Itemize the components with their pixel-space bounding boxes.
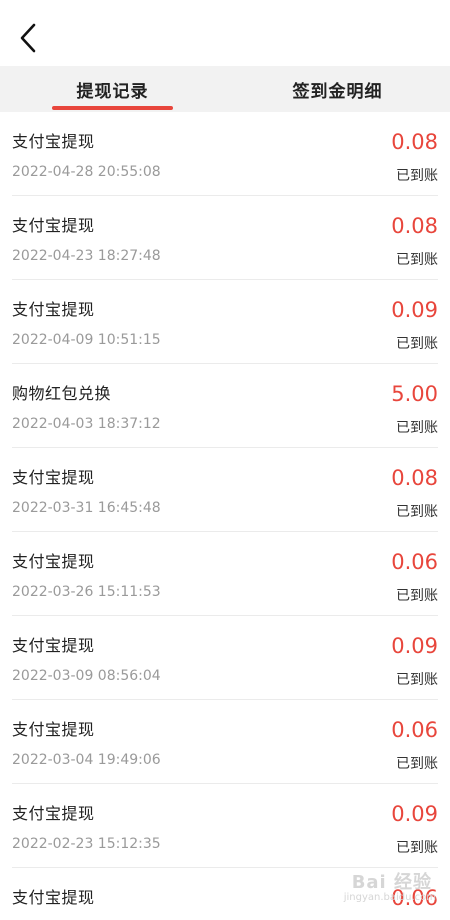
record-title: 支付宝提现 [12, 552, 95, 571]
tab-bar: 提现记录 签到金明细 [0, 66, 450, 112]
record-title: 支付宝提现 [12, 720, 95, 739]
record-status: 已到账 [396, 252, 438, 268]
record-amount: 5.00 [391, 382, 438, 406]
record-status: 已到账 [396, 672, 438, 688]
record-title: 支付宝提现 [12, 636, 95, 655]
table-row[interactable]: 支付宝提现 2022-03-04 19:49:06 0.06 已到账 [12, 700, 438, 784]
record-status: 已到账 [396, 168, 438, 184]
record-amount: 0.08 [391, 130, 438, 154]
active-tab-indicator [52, 106, 173, 110]
record-status: 已到账 [396, 336, 438, 352]
record-amount: 0.09 [391, 298, 438, 322]
table-row[interactable]: 购物红包兑换 2022-04-03 18:37:12 5.00 已到账 [12, 364, 438, 448]
record-time: 2022-04-09 10:51:15 [12, 332, 161, 348]
record-status: 已到账 [396, 840, 438, 856]
record-title: 购物红包兑换 [12, 384, 112, 403]
record-status: 已到账 [396, 588, 438, 604]
table-row[interactable]: 支付宝提现 0.06 [12, 868, 438, 920]
record-title: 支付宝提现 [12, 132, 95, 151]
record-amount: 0.06 [391, 550, 438, 574]
record-time: 2022-03-04 19:49:06 [12, 752, 161, 768]
record-amount: 0.08 [391, 214, 438, 238]
record-time: 2022-03-31 16:45:48 [12, 500, 161, 516]
record-amount: 0.08 [391, 466, 438, 490]
tab-checkin-bonus-details[interactable]: 签到金明细 [225, 66, 450, 112]
record-amount: 0.06 [391, 886, 438, 910]
record-title: 支付宝提现 [12, 468, 95, 487]
record-status: 已到账 [396, 504, 438, 520]
table-row[interactable]: 支付宝提现 2022-04-09 10:51:15 0.09 已到账 [12, 280, 438, 364]
table-row[interactable]: 支付宝提现 2022-03-09 08:56:04 0.09 已到账 [12, 616, 438, 700]
record-title: 支付宝提现 [12, 804, 95, 823]
record-amount: 0.09 [391, 634, 438, 658]
record-time: 2022-02-23 15:12:35 [12, 836, 161, 852]
record-status: 已到账 [396, 756, 438, 772]
table-row[interactable]: 支付宝提现 2022-02-23 15:12:35 0.09 已到账 [12, 784, 438, 868]
nav-bar [0, 0, 450, 66]
record-title: 支付宝提现 [12, 300, 95, 319]
table-row[interactable]: 支付宝提现 2022-03-31 16:45:48 0.08 已到账 [12, 448, 438, 532]
record-amount: 0.06 [391, 718, 438, 742]
tab-label: 签到金明细 [292, 81, 383, 102]
record-amount: 0.09 [391, 802, 438, 826]
record-time: 2022-04-03 18:37:12 [12, 416, 161, 432]
record-time: 2022-04-23 18:27:48 [12, 248, 161, 264]
record-list: 支付宝提现 2022-04-28 20:55:08 0.08 已到账 支付宝提现 2022… [0, 112, 450, 920]
chevron-left-icon [20, 23, 36, 53]
record-time: 2022-03-09 08:56:04 [12, 668, 161, 684]
table-row[interactable]: 支付宝提现 2022-04-28 20:55:08 0.08 已到账 [12, 112, 438, 196]
record-time: 2022-04-28 20:55:08 [12, 164, 161, 180]
record-status: 已到账 [396, 420, 438, 436]
record-time: 2022-03-26 15:11:53 [12, 584, 161, 600]
table-row[interactable]: 支付宝提现 2022-03-26 15:11:53 0.06 已到账 [12, 532, 438, 616]
record-title: 支付宝提现 [12, 216, 95, 235]
back-button[interactable] [10, 18, 46, 58]
tab-label: 提现记录 [76, 81, 149, 102]
withdrawal-records-page: 提现记录 签到金明细 支付宝提现 2022-04-28 20:55:08 0.08 已… [0, 0, 450, 920]
record-title: 支付宝提现 [12, 888, 95, 907]
table-row[interactable]: 支付宝提现 2022-04-23 18:27:48 0.08 已到账 [12, 196, 438, 280]
